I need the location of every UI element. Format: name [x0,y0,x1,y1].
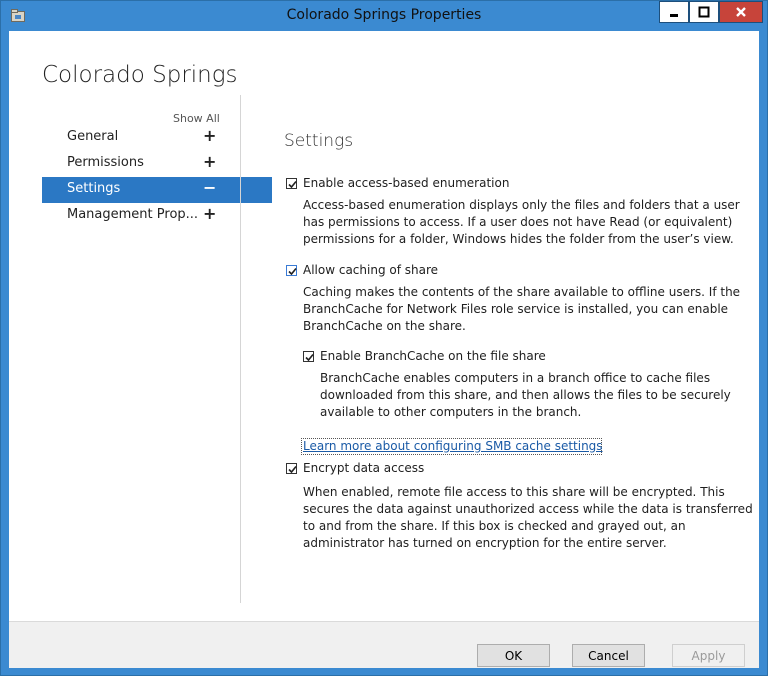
cancel-button[interactable]: Cancel [572,644,645,667]
desc-line: administrator has turned on encryption f… [303,536,667,550]
expand-icon: + [203,204,217,223]
encrypt-checkbox-row[interactable]: Encrypt data access [286,461,424,475]
nav-label: Management Prop... [67,207,199,222]
desc-line: has permissions to access. If a user doe… [303,215,733,229]
abe-checkbox[interactable] [286,177,297,189]
collapse-icon: − [203,178,217,197]
nav-label: Settings [67,181,121,196]
desc-line: BranchCache enables computers in a branc… [320,371,711,385]
nav-divider [240,95,241,603]
desc-line: secures the data against unauthorized ac… [303,502,753,516]
minimize-icon [670,14,678,17]
desc-line: BranchCache on the share. [303,319,466,333]
page-heading: Colorado Springs [42,62,238,88]
checkmark-icon [305,353,314,361]
window-title: Colorado Springs Properties [286,7,482,23]
close-button[interactable] [719,1,763,23]
checkmark-icon [288,180,297,188]
branchcache-label: Enable BranchCache on the file share [320,349,546,363]
left-nav: General + Permissions + Settings − Manag… [9,125,272,229]
caching-checkbox[interactable] [286,264,297,276]
minimize-button[interactable] [659,1,689,23]
branchcache-checkbox-row[interactable]: Enable BranchCache on the file share [303,349,546,363]
desc-line: to and from the share. If this box is ch… [303,519,686,533]
apply-button[interactable]: Apply [672,644,745,667]
smb-cache-settings-link[interactable]: Learn more about configuring SMB cache s… [303,439,603,453]
encrypt-description: When enabled, remote file access to this… [303,484,753,552]
caching-description: Caching makes the contents of the share … [303,284,740,335]
expand-icon: + [203,152,217,171]
button-bar: OK Cancel Apply [9,621,759,668]
encrypt-checkbox[interactable] [286,462,297,474]
abe-label: Enable access-based enumeration [303,176,510,190]
abe-checkbox-row[interactable]: Enable access-based enumeration [286,176,509,190]
nav-item-management-properties[interactable]: Management Prop... + [9,203,249,229]
desc-line: permissions for a folder, Windows hides … [303,232,734,246]
encrypt-label: Encrypt data access [303,461,425,475]
section-title: Settings [284,131,354,151]
ok-button[interactable]: OK [477,644,550,667]
nav-item-settings[interactable]: Settings − [42,177,272,203]
caching-checkbox-row[interactable]: Allow caching of share [286,263,438,277]
close-icon [736,7,746,17]
title-bar[interactable]: Colorado Springs Properties [1,1,767,31]
maximize-icon [698,6,710,18]
checkmark-icon [288,267,297,275]
desc-line: available to other computers in the bran… [320,405,582,419]
nav-label: Permissions [67,155,144,170]
abe-description: Access-based enumeration displays only t… [303,197,740,248]
show-all-link[interactable]: Show All [173,112,220,125]
desc-line: Caching makes the contents of the share … [303,285,741,299]
properties-window: Colorado Springs Properties Colorado Spr… [0,0,768,676]
desc-line: Access-based enumeration displays only t… [303,198,740,212]
branchcache-description: BranchCache enables computers in a branc… [320,370,731,421]
dialog-client: Colorado Springs Show All General + Perm… [9,31,759,668]
caching-label: Allow caching of share [303,263,439,277]
expand-icon: + [203,126,217,145]
desc-line: BranchCache for Network Files role servi… [303,302,729,316]
nav-item-permissions[interactable]: Permissions + [9,151,249,177]
nav-item-general[interactable]: General + [9,125,249,151]
checkmark-icon [288,465,297,473]
desc-line: When enabled, remote file access to this… [303,485,725,499]
branchcache-checkbox[interactable] [303,350,314,362]
nav-label: General [67,129,119,144]
maximize-button[interactable] [689,1,719,23]
desc-line: downloaded from this share, and then all… [320,388,731,402]
